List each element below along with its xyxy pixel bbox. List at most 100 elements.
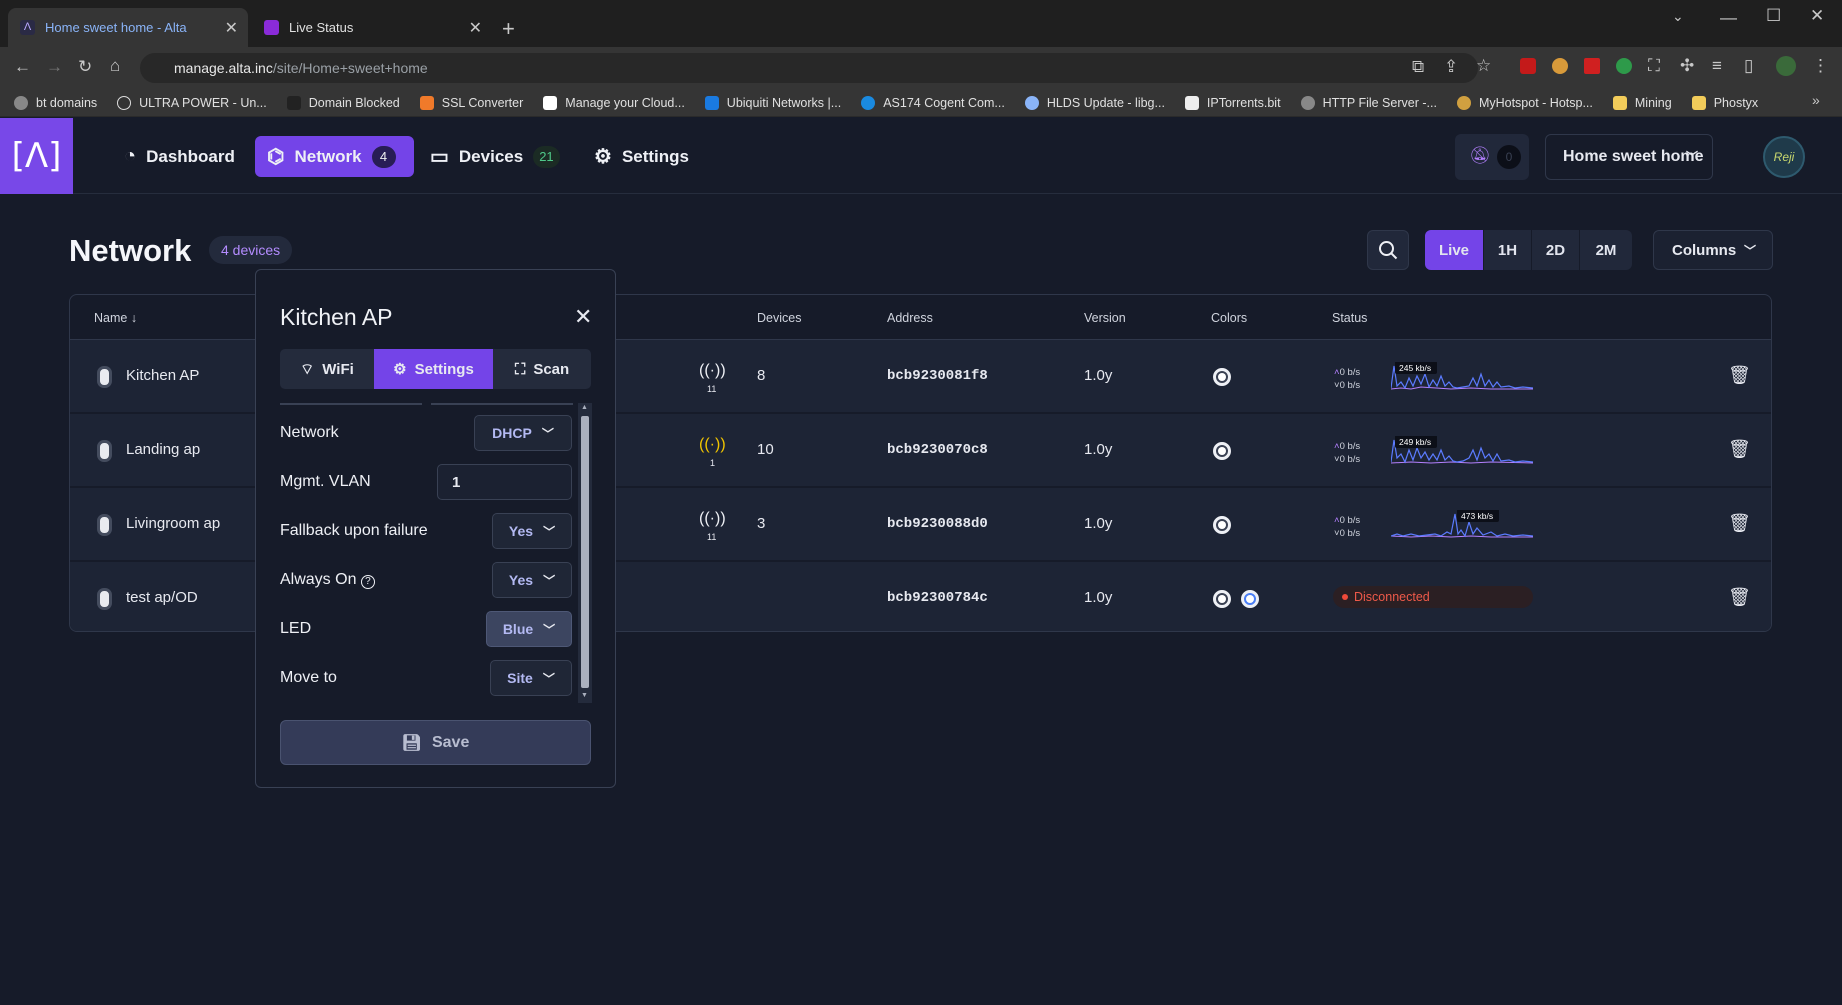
row-version: 1.0y [1084,367,1113,384]
fallback-select[interactable]: Yes ﹀ [492,513,572,549]
bookmark-label: MyHotspot - Hotsp... [1478,95,1593,110]
site-selector[interactable]: Home sweet home ﹀ [1545,134,1713,180]
field-always-on: Always On ? Yes ﹀ [280,562,572,598]
minimize-icon[interactable]: — [1720,8,1737,28]
traffic-rates: ˄0 b/s ˅0 b/s [1334,440,1360,466]
columns-dropdown[interactable]: Columns ﹀ [1653,230,1773,270]
move-to-value: Site [507,670,533,686]
nav-settings[interactable]: ⚙ Settings [582,136,701,177]
reading-list-icon[interactable]: ≡ [1712,56,1722,76]
color-radio-white[interactable] [1213,516,1231,534]
lastpass-icon[interactable] [1584,58,1600,74]
network-mode-value: DHCP [492,425,532,441]
install-app-icon[interactable]: ⧉ [1412,57,1424,77]
search-icon [1379,241,1398,260]
bookmark-item[interactable]: bt domains [14,95,97,110]
bookmark-item[interactable]: Manage your Cloud... [543,95,685,110]
tab-settings[interactable]: ⚙ Settings [374,349,493,389]
forward-icon[interactable]: → [46,57,63,77]
cookie-extension-icon[interactable] [1552,58,1568,74]
browser-tab-live-status[interactable]: Live Status ✕ [252,8,492,47]
help-icon[interactable]: ? [360,575,375,589]
delete-icon[interactable]: 🗑︎ [1728,513,1751,534]
range-1h[interactable]: 1H [1484,230,1532,270]
alerts-button[interactable]: 🔕︎ 0 [1455,134,1529,180]
status-text: Disconnected [1354,590,1430,604]
extension-green-icon[interactable] [1616,58,1632,74]
more-bookmarks-icon[interactable]: » [1812,92,1820,108]
color-radio-white[interactable] [1213,368,1231,386]
bookmark-item[interactable]: MyHotspot - Hotsp... [1456,95,1593,110]
color-radio-blue[interactable] [1241,590,1259,608]
bookmark-star-icon[interactable]: ☆ [1476,56,1491,76]
network-mode-select[interactable]: DHCP ﹀ [474,415,572,451]
ublock-icon[interactable] [1520,58,1536,74]
home-icon[interactable]: ⌂ [110,56,120,76]
tab-settings-label: Settings [414,360,474,378]
scrollbar-thumb[interactable] [581,416,589,688]
new-tab-icon[interactable]: + [502,16,515,42]
reload-icon[interactable]: ↻ [78,57,92,77]
bookmark-folder[interactable]: Phostyx [1691,95,1758,110]
bookmark-item[interactable]: Domain Blocked [286,95,400,110]
range-2m[interactable]: 2M [1580,230,1632,270]
mgmt-vlan-input[interactable]: 1 [437,464,572,500]
search-button[interactable] [1367,230,1409,270]
range-live[interactable]: Live [1425,230,1484,270]
traffic-sparkline: 473 kb/s [1391,510,1533,538]
side-panel-icon[interactable]: ▯ [1744,56,1753,76]
back-icon[interactable]: ← [14,57,31,77]
bookmark-item[interactable]: Ubiquiti Networks |... [704,95,841,110]
tab-search-icon[interactable]: ⌄ [1672,8,1684,25]
alta-icon [286,95,301,110]
color-radio-white[interactable] [1213,442,1231,460]
nav-devices[interactable]: ▭ Devices 21 [418,136,572,177]
bookmark-item[interactable]: HTTP File Server -... [1300,95,1437,110]
range-2d[interactable]: 2D [1532,230,1580,270]
scroll-up-icon[interactable]: ▲ [581,404,588,411]
screenshot-icon[interactable]: ⛶ [1648,56,1660,76]
save-button[interactable]: 💾︎ Save [280,720,591,765]
columns-label: Columns [1672,241,1737,259]
bookmark-item[interactable]: IPTorrents.bit [1184,95,1281,110]
close-icon[interactable]: ✕ [574,304,592,330]
window-close-icon[interactable]: ✕ [1810,6,1824,26]
row-address: bcb9230088d0 [887,516,988,532]
extensions-puzzle-icon[interactable]: ✣ [1680,56,1694,76]
close-tab-icon[interactable]: ✕ [469,18,482,38]
always-on-select[interactable]: Yes ﹀ [492,562,572,598]
popup-scrollbar[interactable]: ▲ ▼ [578,403,592,703]
sort-arrow-icon: ↓ [130,311,138,325]
tab-scan[interactable]: ⛶ Scan [493,349,591,389]
color-radio-white[interactable] [1213,590,1231,608]
browser-tab-alta[interactable]: Λ Home sweet home - Alta ✕ [8,8,248,47]
nav-dashboard[interactable]: ◔ Dashboard [112,136,247,177]
share-icon[interactable]: ⇪ [1444,57,1458,77]
wifi-client-count: 1 [710,458,716,468]
chrome-menu-icon[interactable]: ⋮ [1812,56,1829,76]
delete-icon[interactable]: 🗑︎ [1728,365,1751,386]
alta-logo[interactable]: [Λ] [0,118,73,194]
tab-wifi[interactable]: ⌔ WiFi [280,349,374,389]
cogent-icon [861,95,876,110]
bookmark-item[interactable]: HLDS Update - libg... [1024,95,1165,110]
header-name[interactable]: Name ↓ [94,311,137,325]
nav-network[interactable]: ⌬ Network 4 [255,136,414,177]
move-to-select[interactable]: Site ﹀ [490,660,572,696]
download-rate: 0 b/s [1339,380,1361,391]
user-avatar[interactable]: Reji [1763,136,1805,178]
globe-icon [1300,95,1315,110]
close-tab-icon[interactable]: ✕ [225,18,238,38]
address-bar[interactable]: manage.alta.inc/site/Home+sweet+home [140,53,1478,83]
led-select[interactable]: Blue ﹀ [486,611,572,647]
bookmark-folder[interactable]: Mining [1612,95,1672,110]
bookmark-item[interactable]: AS174 Cogent Com... [861,95,1005,110]
bookmark-item[interactable]: SSL Converter [419,95,523,110]
delete-icon[interactable]: 🗑︎ [1728,439,1751,460]
maximize-icon[interactable]: ☐ [1766,6,1781,26]
popup-title: Kitchen AP [280,304,393,330]
delete-icon[interactable]: 🗑︎ [1728,587,1751,608]
scroll-down-icon[interactable]: ▼ [581,692,588,699]
bookmark-item[interactable]: ULTRA POWER - Un... [117,95,267,110]
profile-icon[interactable] [1776,56,1796,76]
